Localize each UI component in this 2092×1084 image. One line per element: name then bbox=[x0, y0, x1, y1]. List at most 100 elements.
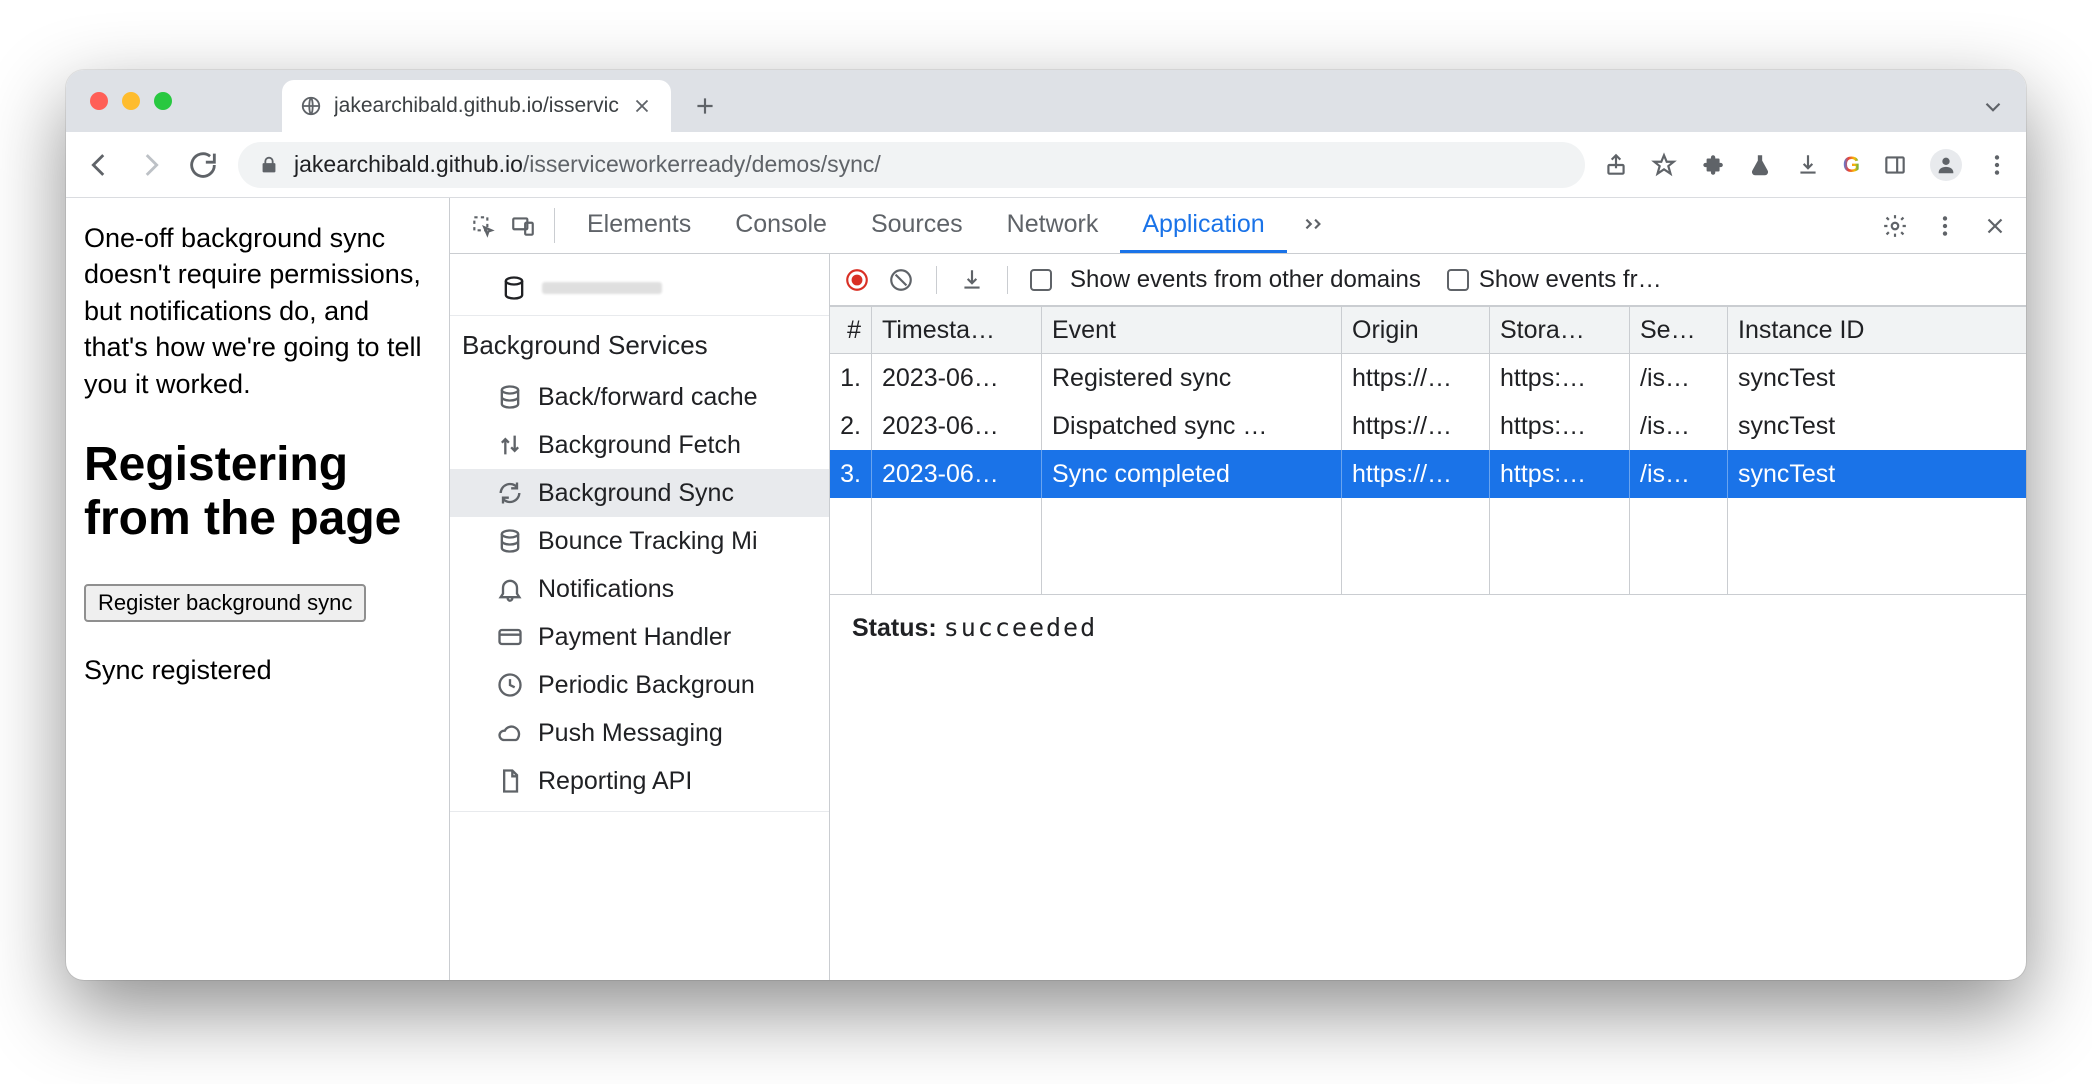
sidebar-item-label: Reporting API bbox=[538, 767, 692, 796]
menu-icon[interactable] bbox=[1984, 152, 2010, 178]
devtools-tab-network[interactable]: Network bbox=[985, 198, 1121, 253]
sidebar-item-bounce-tracking-mi[interactable]: Bounce Tracking Mi bbox=[450, 517, 829, 565]
devtools-tab-application[interactable]: Application bbox=[1120, 198, 1286, 253]
table-row[interactable]: 1.2023-06…Registered synchttps://…https:… bbox=[830, 354, 2026, 402]
back-button[interactable] bbox=[82, 148, 116, 182]
close-tab-icon[interactable] bbox=[631, 95, 653, 117]
kebab-icon[interactable] bbox=[1932, 213, 1958, 239]
sidebar-item-label: Bounce Tracking Mi bbox=[538, 527, 758, 556]
sidebar-item-payment-handler[interactable]: Payment Handler bbox=[450, 613, 829, 661]
sidebar-item-label: Back/forward cache bbox=[538, 383, 758, 412]
share-icon[interactable] bbox=[1603, 152, 1629, 178]
cell: 2023-06… bbox=[872, 354, 1042, 402]
cell: https:… bbox=[1490, 450, 1630, 498]
cell: https://… bbox=[1342, 354, 1490, 402]
cell: Registered sync bbox=[1042, 354, 1342, 402]
maximize-window-icon[interactable] bbox=[154, 92, 172, 110]
toolbar-icons: G bbox=[1603, 149, 2010, 181]
minimize-window-icon[interactable] bbox=[122, 92, 140, 110]
browser-window: jakearchibald.github.io/isservic j bbox=[66, 70, 2026, 980]
grid-header: # Timesta… Event Origin Stora… Se… Insta… bbox=[830, 306, 2026, 354]
inspect-icon[interactable] bbox=[470, 213, 496, 239]
sidebar-item-background-fetch[interactable]: Background Fetch bbox=[450, 421, 829, 469]
sidebar-item-push-messaging[interactable]: Push Messaging bbox=[450, 709, 829, 757]
save-events-icon[interactable] bbox=[959, 267, 985, 293]
col-origin[interactable]: Origin bbox=[1342, 306, 1490, 353]
events-toolbar: Show events from other domains Show even… bbox=[830, 254, 2026, 306]
close-devtools-icon[interactable] bbox=[1982, 213, 2008, 239]
file-icon bbox=[496, 767, 524, 795]
checkbox-show-events[interactable] bbox=[1447, 269, 1469, 291]
tab-active[interactable]: jakearchibald.github.io/isservic bbox=[282, 80, 671, 132]
sidebar-item-prev[interactable] bbox=[450, 260, 829, 316]
google-icon[interactable]: G bbox=[1843, 152, 1860, 178]
status-line: Status: succeeded bbox=[830, 595, 2026, 661]
devtools-panel: ElementsConsoleSourcesNetworkApplication bbox=[450, 198, 2026, 980]
cell: 2023-06… bbox=[872, 450, 1042, 498]
bell-icon bbox=[496, 575, 524, 603]
page-status-text: Sync registered bbox=[84, 652, 431, 688]
col-timestamp[interactable]: Timesta… bbox=[872, 306, 1042, 353]
col-scope[interactable]: Se… bbox=[1630, 306, 1728, 353]
cell: https://… bbox=[1342, 450, 1490, 498]
sidebar-item-periodic-backgroun[interactable]: Periodic Backgroun bbox=[450, 661, 829, 709]
table-row[interactable]: 3.2023-06…Sync completedhttps://…https:…… bbox=[830, 450, 2026, 498]
checkbox-other-domains-label: Show events from other domains bbox=[1070, 266, 1421, 294]
cell: /is… bbox=[1630, 450, 1728, 498]
tab-overflow-button[interactable] bbox=[1980, 94, 2006, 120]
cloud-icon bbox=[496, 719, 524, 747]
sync-icon bbox=[496, 479, 524, 507]
address-bar[interactable]: jakearchibald.github.io/isserviceworkerr… bbox=[238, 142, 1585, 188]
cell: /is… bbox=[1630, 354, 1728, 402]
devtools-tabbar: ElementsConsoleSourcesNetworkApplication bbox=[450, 198, 2026, 254]
cell: syncTest bbox=[1728, 354, 2026, 402]
download-icon[interactable] bbox=[1795, 152, 1821, 178]
tab-strip: jakearchibald.github.io/isservic bbox=[66, 70, 2026, 132]
lock-icon bbox=[258, 154, 280, 176]
profile-avatar[interactable] bbox=[1930, 149, 1962, 181]
sidebar-item-background-sync[interactable]: Background Sync bbox=[450, 469, 829, 517]
cell: /is… bbox=[1630, 402, 1728, 450]
settings-icon[interactable] bbox=[1882, 213, 1908, 239]
cell: Dispatched sync … bbox=[1042, 402, 1342, 450]
sidebar-item-label: Notifications bbox=[538, 575, 674, 604]
flask-icon[interactable] bbox=[1747, 152, 1773, 178]
col-event[interactable]: Event bbox=[1042, 306, 1342, 353]
cell: https:… bbox=[1490, 354, 1630, 402]
sidebar-item-notifications[interactable]: Notifications bbox=[450, 565, 829, 613]
device-mode-icon[interactable] bbox=[510, 213, 536, 239]
clear-icon[interactable] bbox=[888, 267, 914, 293]
sidepanel-icon[interactable] bbox=[1882, 152, 1908, 178]
col-instance[interactable]: Instance ID bbox=[1728, 306, 2026, 353]
checkbox-other-domains[interactable] bbox=[1030, 269, 1052, 291]
bookmark-icon[interactable] bbox=[1651, 152, 1677, 178]
db-icon bbox=[496, 383, 524, 411]
grid-empty-row bbox=[830, 498, 2026, 546]
grid-empty-row bbox=[830, 546, 2026, 594]
extensions-icon[interactable] bbox=[1699, 152, 1725, 178]
reload-button[interactable] bbox=[186, 148, 220, 182]
devtools-tab-sources[interactable]: Sources bbox=[849, 198, 985, 253]
devtools-tab-elements[interactable]: Elements bbox=[565, 198, 713, 253]
close-window-icon[interactable] bbox=[90, 92, 108, 110]
content-area: One-off background sync doesn't require … bbox=[66, 198, 2026, 980]
record-icon[interactable] bbox=[844, 267, 870, 293]
cell: 3. bbox=[830, 450, 872, 498]
devtools-tabs-overflow[interactable] bbox=[1291, 198, 1337, 253]
sidebar-item-label: Background Sync bbox=[538, 479, 734, 508]
col-index[interactable]: # bbox=[830, 306, 872, 353]
cell: 2. bbox=[830, 402, 872, 450]
updown-icon bbox=[496, 431, 524, 459]
forward-button[interactable] bbox=[134, 148, 168, 182]
new-tab-button[interactable] bbox=[683, 84, 727, 128]
sidebar-item-reporting-api[interactable]: Reporting API bbox=[450, 757, 829, 805]
table-row[interactable]: 2.2023-06…Dispatched sync …https://…http… bbox=[830, 402, 2026, 450]
devtools-tab-console[interactable]: Console bbox=[713, 198, 849, 253]
col-storage[interactable]: Stora… bbox=[1490, 306, 1630, 353]
sidebar-item-label: Payment Handler bbox=[538, 623, 731, 652]
register-sync-button[interactable]: Register background sync bbox=[84, 584, 366, 622]
sidebar-item-back-forward-cache[interactable]: Back/forward cache bbox=[450, 373, 829, 421]
globe-icon bbox=[300, 95, 322, 117]
db-icon bbox=[496, 527, 524, 555]
page-intro-text: One-off background sync doesn't require … bbox=[84, 220, 431, 402]
